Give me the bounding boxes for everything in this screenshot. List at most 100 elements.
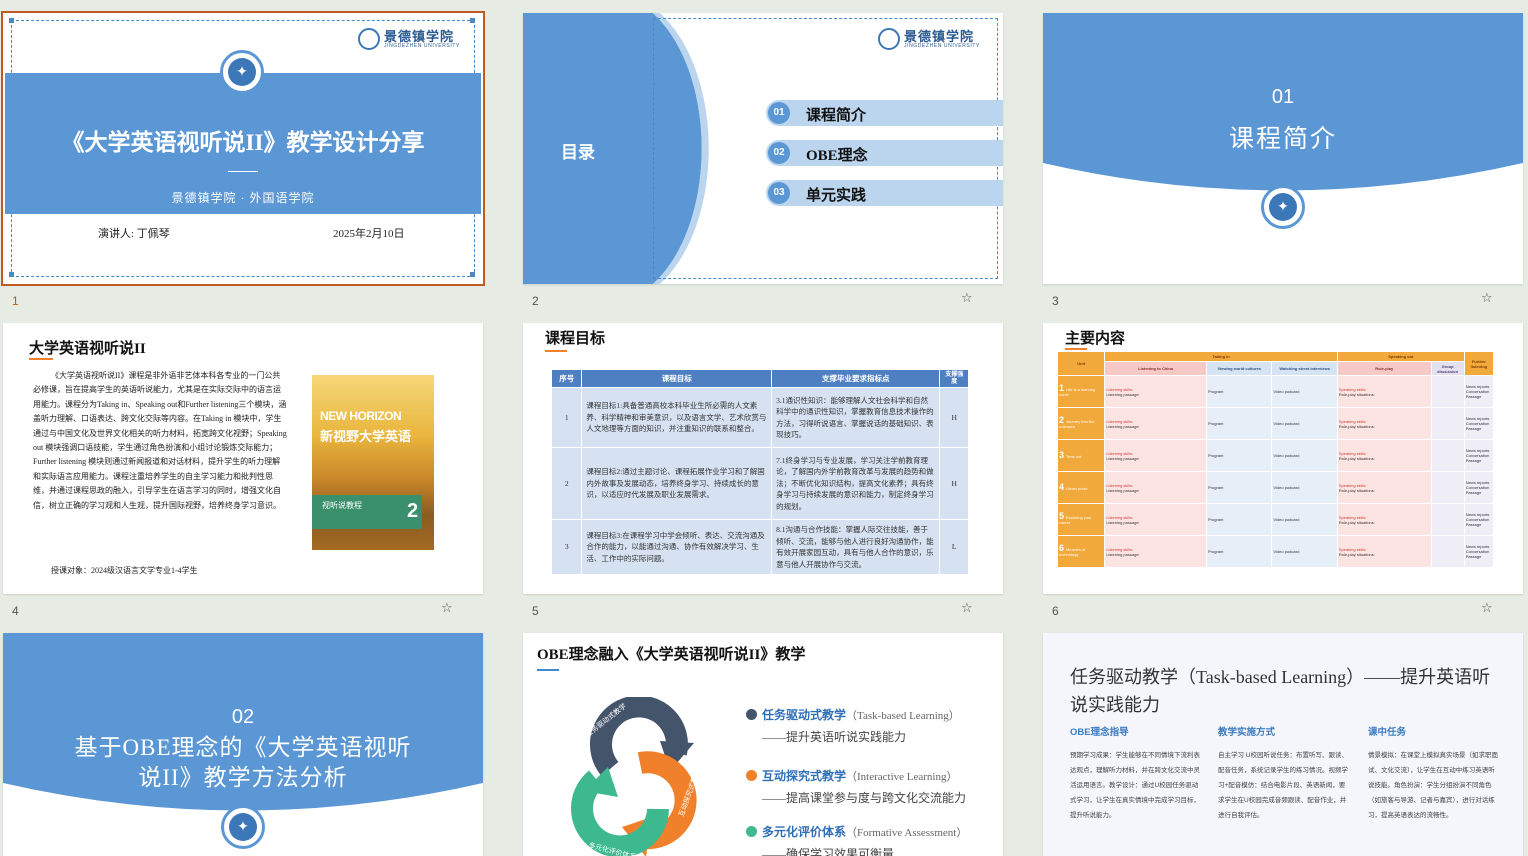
table-cell: Video podcast: — [1271, 503, 1338, 536]
toc-item-1: 01 课程简介 — [766, 100, 1003, 126]
cell-text: Video podcast: — [1273, 453, 1300, 458]
title-underline — [29, 358, 53, 360]
cell-text: Program: — [1208, 389, 1225, 394]
slide-thumbnail-4[interactable]: 大学英语视听说II 《大学英语视听说II》课程是非外语非艺体本科各专业的一门公共… — [3, 323, 483, 594]
unit-cell: 3 Time out — [1056, 439, 1106, 472]
cell-text: Listening passage: — [1106, 551, 1140, 557]
cell-text: News reports Conversation Passage — [1465, 416, 1490, 431]
frame-handle — [470, 18, 475, 23]
university-emblem-icon — [358, 28, 380, 50]
slide-thumbnail-9[interactable]: 任务驱动教学（Task-based Learning）——提升英语听说实践能力 … — [1043, 633, 1523, 856]
table-cell: 课程目标3:在课程学习中学会倾听、表达、交流沟通及合作的能力，以能通过沟通、协作… — [581, 519, 773, 575]
slide-thumbnail-1[interactable]: 景德镇学院 JINGDEZHEN UNIVERSITY ✦ 《大学英语视听说II》… — [1, 11, 485, 286]
unit-number: 4 — [1059, 481, 1065, 492]
cell-text: Listening passage: — [1106, 455, 1140, 461]
slide-number: 2 — [532, 294, 539, 308]
unit-name: Journey into the unknown — [1059, 419, 1095, 429]
obe-item-3: 多元化评价体系（Formative Assessment） ——确保学习效果可衡… — [746, 823, 967, 856]
table-cell — [1430, 471, 1465, 504]
table-cell: Video podcast: — [1271, 407, 1338, 440]
university-logo: 景德镇学院 JINGDEZHEN UNIVERSITY — [878, 28, 980, 50]
table-cell: Speaking skills: Role-play situations: — [1336, 471, 1432, 504]
toc-label: OBE理念 — [806, 148, 868, 164]
title-underline — [545, 350, 567, 352]
table-cell: Listening skills: Listening passage: — [1104, 535, 1207, 568]
slide-title: 《大学英语视听说II》教学设计分享 — [61, 130, 425, 155]
table-cell: Video podcast: — [1271, 535, 1338, 568]
university-logo: 景德镇学院 JINGDEZHEN UNIVERSITY — [358, 28, 460, 50]
slide-thumbnail-6[interactable]: 主要内容 Unit Taking in Speaking out Further… — [1043, 323, 1523, 594]
star-icon[interactable]: ☆ — [961, 601, 973, 616]
unit-name: Life is a learning curve — [1059, 387, 1096, 397]
column-text: 自主学习 U校园听说任务：布置听写、跟读、配音任务，系统记录学生的练习情况。视频… — [1218, 752, 1348, 819]
slide-thumbnail-8[interactable]: OBE理念融入《大学英语视听说II》教学 任务驱动式教学 互动探究式教学 多元化… — [523, 633, 1003, 856]
cell-text: Role-play situations: — [1338, 455, 1375, 461]
slide-number: 4 — [12, 604, 19, 618]
item-english: （Task-based Learning） — [846, 710, 960, 722]
column-header: Speaking out — [1336, 351, 1465, 362]
table-cell: 2 — [550, 447, 583, 520]
column-subheader: Group discussion — [1430, 361, 1465, 376]
column-heading: 教学实施方式 — [1218, 727, 1276, 738]
slide-thumbnail-3[interactable]: 01 课程简介 ✦ — [1043, 13, 1523, 284]
column-heading: OBE理念指导 — [1070, 727, 1129, 738]
table-row: 6 Miracles of technology Listening skills:… — [1056, 535, 1495, 568]
table-row: 4 Urban pulse Listening skills: Listening p… — [1056, 471, 1495, 504]
cell-text: News reports Conversation Passage — [1465, 448, 1490, 463]
column-subheader: Viewing world cultures — [1205, 361, 1273, 376]
toc-label: 课程简介 — [806, 108, 867, 124]
table-row: 1 课程目标1:具备普通高校本科毕业生所必需的人文素养、科学精神和审美意识，以及语… — [550, 387, 969, 448]
cell-text: News reports Conversation Passage — [1465, 544, 1490, 559]
table-cell: News reports Conversation Passage — [1463, 535, 1495, 568]
slide-title: 课程目标 — [545, 331, 606, 347]
table-cell: 7.1终身学习与专业发展，学习关注学前教育理论，了解国内外学前教育改革与发展的趋… — [771, 447, 941, 520]
star-icon[interactable]: ☆ — [1481, 601, 1493, 616]
university-emblem-icon — [878, 28, 900, 50]
title-underline — [537, 669, 559, 671]
obe-item-1: 任务驱动式教学（Task-based Learning） ——提升英语听说实践能… — [746, 706, 960, 745]
table-cell: H — [939, 447, 969, 520]
cell-text: Role-play situations: — [1338, 519, 1375, 525]
item-description: ——提升英语听说实践能力 — [762, 730, 907, 744]
table-cell: Listening skills: Listening passage: — [1104, 375, 1207, 408]
toc-label: 单元实践 — [806, 188, 867, 204]
unit-cell: 6 Miracles of technology — [1056, 535, 1106, 568]
column-subheader: Role-play — [1336, 361, 1432, 376]
content-column-2: 教学实施方式 自主学习 U校园听说任务：布置听写、跟读、配音任务，系统记录学生的… — [1218, 725, 1348, 823]
unit-cell: 4 Urban pulse — [1056, 471, 1106, 504]
table-cell: Program: — [1205, 471, 1273, 504]
table-cell: News reports Conversation Passage — [1463, 407, 1495, 440]
slide-title: 大学英语视听说II — [29, 341, 146, 357]
presenter: 演讲人: 丁佩琴 — [98, 228, 170, 240]
table-cell: Program: — [1205, 503, 1273, 536]
table-cell — [1430, 535, 1465, 568]
star-icon[interactable]: ☆ — [961, 291, 973, 306]
audience-info: 授课对象：2024级汉语言文学专业1-4学生 — [51, 566, 198, 575]
table-cell — [1430, 407, 1465, 440]
table-cell: L — [939, 519, 969, 575]
cell-text: Video podcast: — [1273, 421, 1300, 426]
star-icon[interactable]: ☆ — [441, 601, 453, 616]
table-cell: Speaking skills: Role-play situations: — [1336, 439, 1432, 472]
section-number: 01 — [1271, 86, 1295, 108]
table-cell: News reports Conversation Passage — [1463, 375, 1495, 408]
unit-number: 3 — [1059, 449, 1065, 460]
table-row: 3 Time out Listening skills: Listening pass… — [1056, 439, 1495, 472]
slide-thumbnail-5[interactable]: 课程目标 序号 课程目标 支撑毕业要求指标点 支撑强度 1 课程目标1:具备普通高… — [523, 323, 1003, 594]
cell-text: Role-play situations: — [1338, 551, 1375, 557]
obe-cycle-diagram: 任务驱动式教学 互动探究式教学 多元化评价体系 — [571, 697, 702, 856]
table-cell: Listening skills: Listening passage: — [1104, 439, 1207, 472]
slide-thumbnail-2[interactable]: 景德镇学院 JINGDEZHEN UNIVERSITY 目录 01 课程简介 02 O… — [523, 13, 1003, 284]
toc-number: 02 — [768, 142, 790, 164]
book-level: 2 — [407, 500, 419, 522]
cell-text: Listening passage: — [1106, 391, 1140, 397]
frame-handle — [9, 272, 14, 277]
cell-text: Program: — [1208, 485, 1225, 490]
column-subheader: Watching street interviews — [1271, 361, 1338, 376]
slide-thumbnail-7[interactable]: 02 基于OBE理念的《大学英语视听说II》教学方法分析 ✦ — [3, 633, 483, 856]
unit-cell: 5 Exploring your career — [1056, 503, 1106, 536]
star-icon[interactable]: ☆ — [1481, 291, 1493, 306]
table-cell: Video podcast: — [1271, 375, 1338, 408]
table-cell: 1 — [550, 387, 583, 448]
table-cell: Program: — [1205, 375, 1273, 408]
